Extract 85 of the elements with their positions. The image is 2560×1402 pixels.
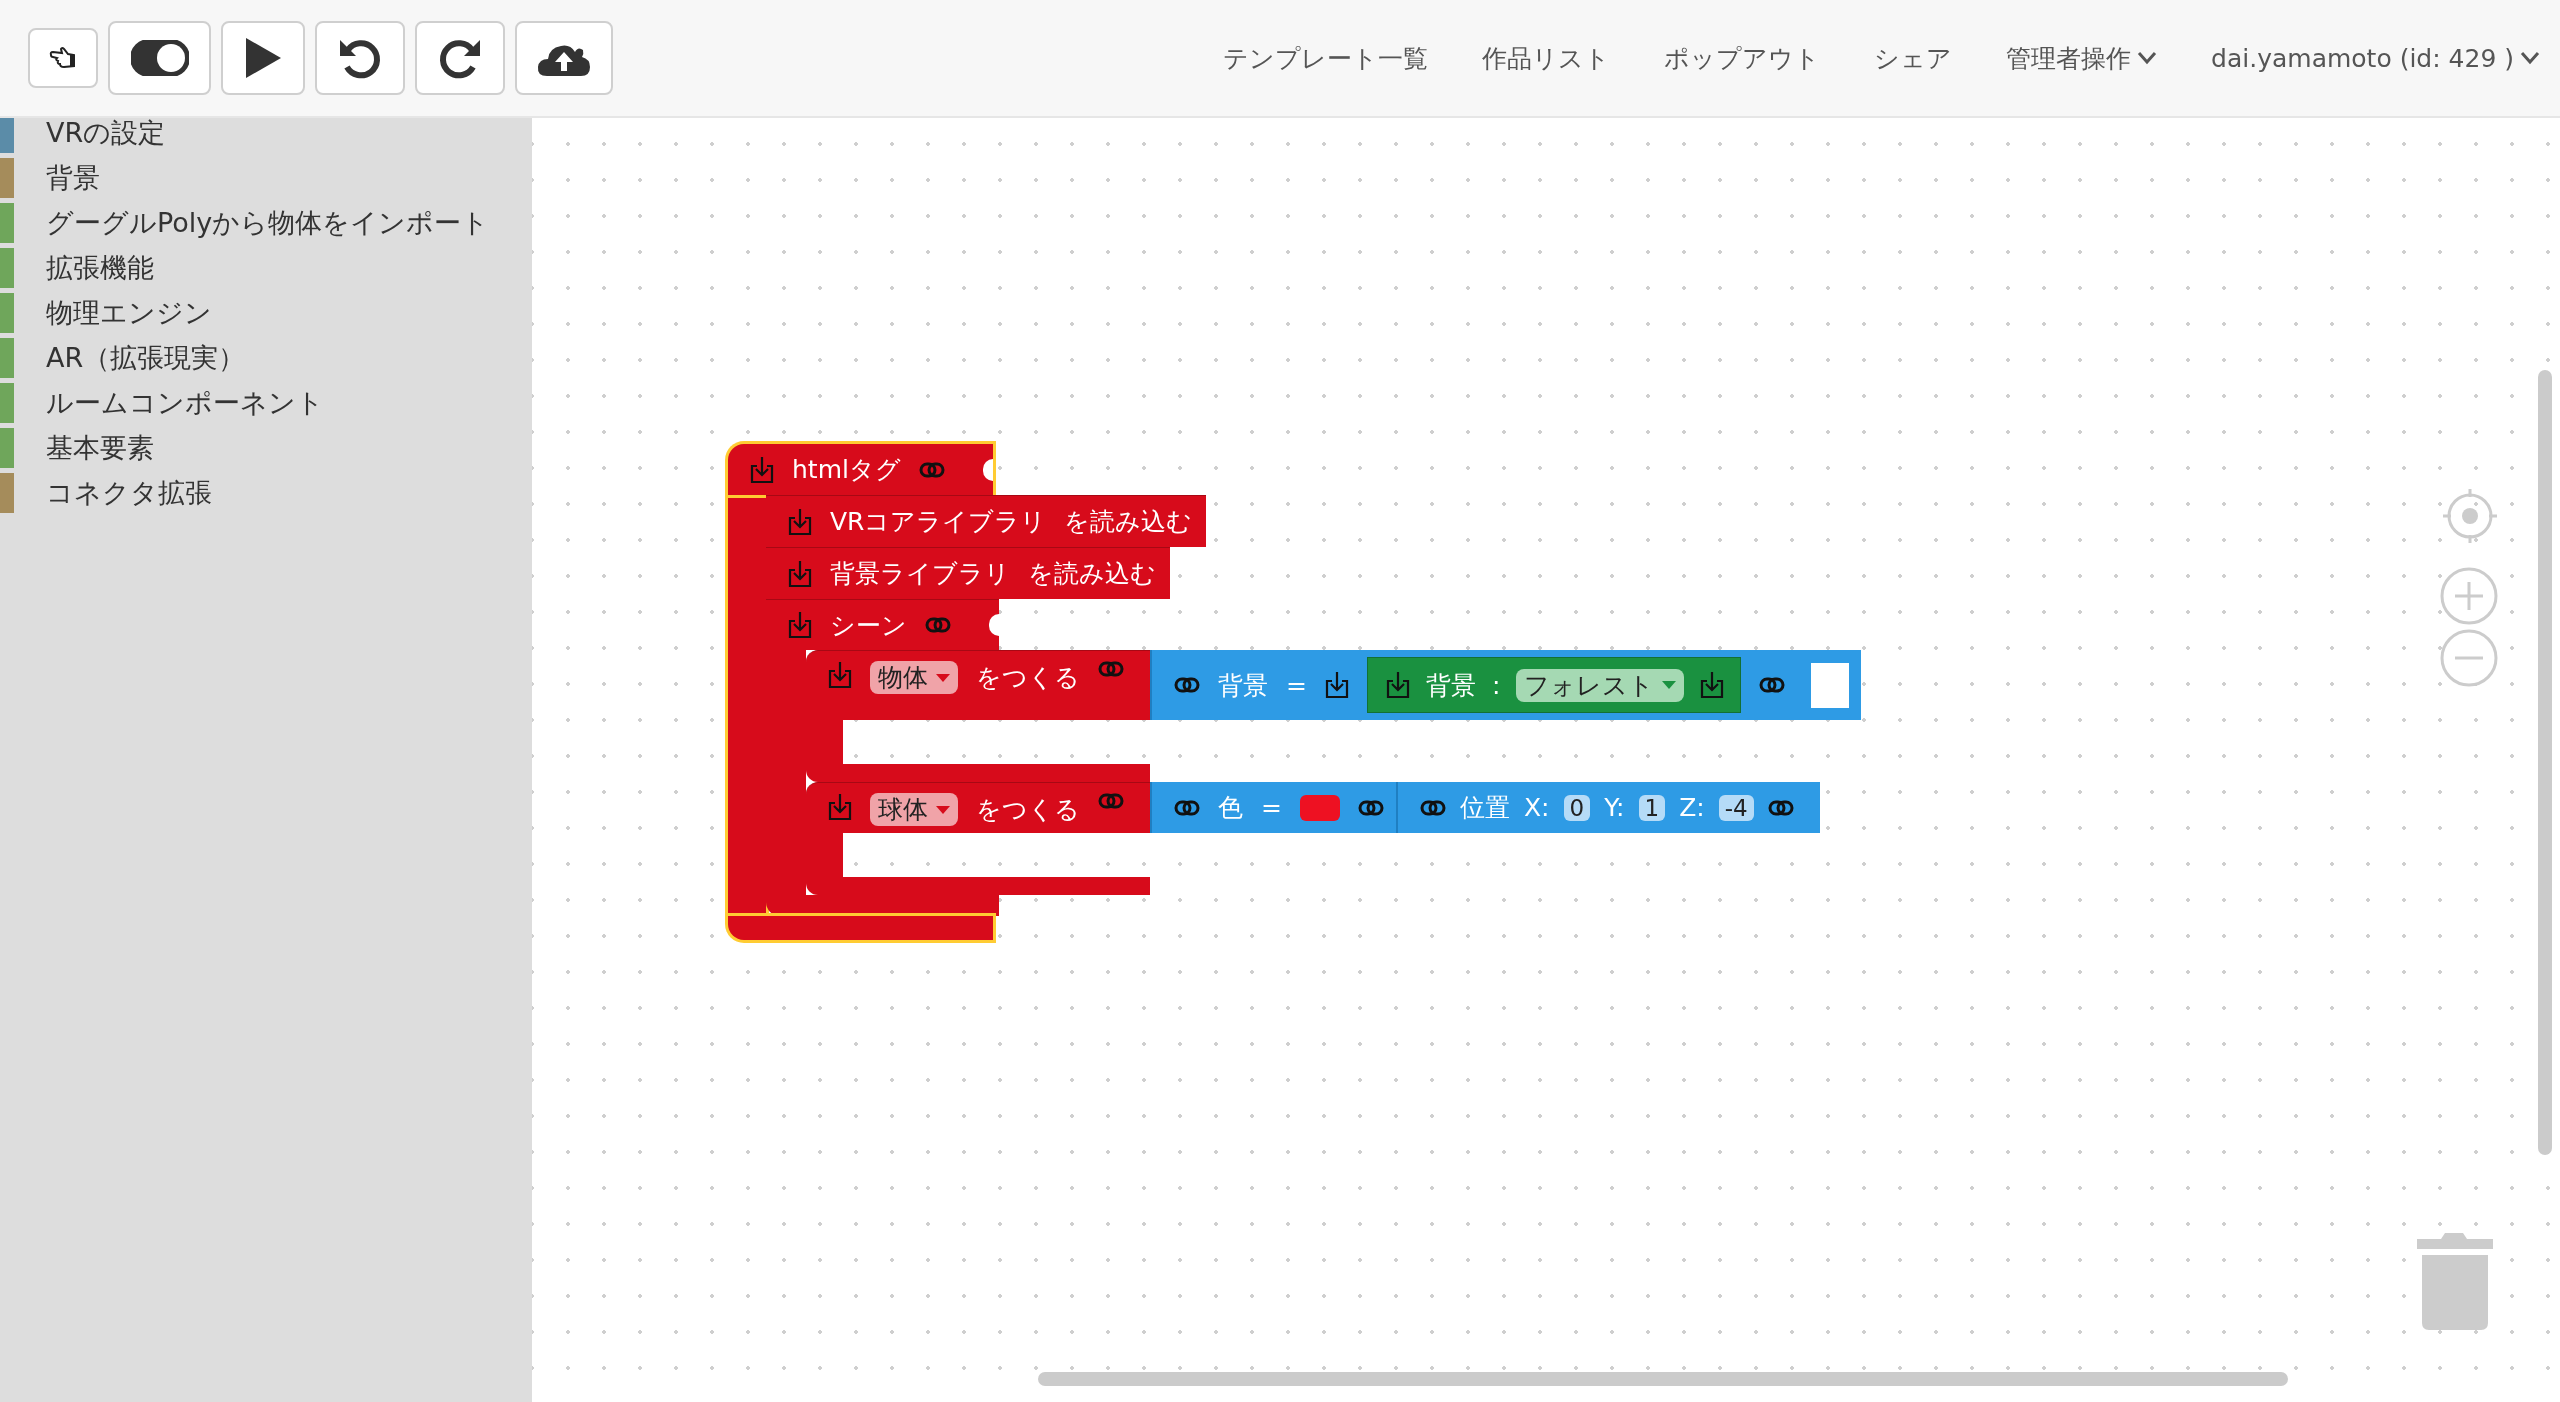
upload-button[interactable] <box>515 21 613 95</box>
arrow-into-box-icon <box>1324 671 1349 699</box>
play-icon <box>244 37 282 79</box>
block-label: : <box>1491 670 1501 700</box>
redo-button[interactable] <box>415 21 505 95</box>
link-icon <box>1174 677 1200 693</box>
block-label: を読み込む <box>1064 506 1193 538</box>
nav-link[interactable]: シェア <box>1874 41 1953 75</box>
arrow-into-box-icon <box>1700 671 1725 699</box>
block-label: をつくる <box>976 662 1080 694</box>
position-block[interactable]: 位置 X: 0 Y: 1 Z: -4 <box>1395 782 1820 833</box>
link-icon <box>1098 793 1124 809</box>
link-icon <box>1759 677 1786 693</box>
block-label: シーン <box>830 609 907 642</box>
link-icon <box>1174 799 1200 816</box>
block-label: 背景 <box>1218 669 1268 702</box>
block-label: = <box>1286 670 1307 700</box>
axis-label: Y: <box>1604 793 1625 822</box>
create-object-block[interactable]: 球体 をつくる <box>806 782 1150 833</box>
html-tag-block-header[interactable]: htmlタグ <box>728 444 993 495</box>
number-field[interactable]: 1 <box>1638 794 1666 821</box>
load-library-block[interactable]: 背景ライブラリ を読み込む <box>766 547 1170 599</box>
zoom-out-icon[interactable] <box>2439 628 2499 688</box>
load-library-block[interactable]: VRコアライブラリ を読み込む <box>766 495 1207 547</box>
category-item[interactable]: 拡張機能 <box>46 249 154 286</box>
nav-link[interactable]: テンプレート一覧 <box>1223 41 1429 75</box>
nav-link[interactable]: 管理者操作 <box>2006 41 2158 75</box>
undo-button[interactable] <box>315 21 405 95</box>
arrow-into-box-icon <box>788 559 812 588</box>
arrow-into-box-icon <box>828 793 852 821</box>
block-label: 背景 <box>1425 669 1476 702</box>
object-type-dropdown[interactable]: 球体 <box>870 793 958 826</box>
link-icon <box>1419 799 1446 816</box>
block-label: = <box>1261 793 1282 822</box>
block-label: を読み込む <box>1028 558 1156 590</box>
connector-notch <box>983 458 993 481</box>
nav-link[interactable]: 作品リスト <box>1482 41 1611 75</box>
arrow-into-box-icon <box>788 507 812 536</box>
horizontal-scrollbar[interactable] <box>1038 1372 2288 1386</box>
category-item[interactable]: 物理エンジン <box>46 294 212 331</box>
play-button[interactable] <box>221 21 305 95</box>
recenter-icon[interactable] <box>2442 488 2498 544</box>
category-item[interactable]: 背景 <box>46 159 100 196</box>
arrow-into-box-icon <box>750 455 774 484</box>
link-icon <box>1767 799 1794 816</box>
empty-input-slot[interactable] <box>1811 662 1850 708</box>
create-object-block[interactable]: 物体 をつくる <box>806 650 1150 720</box>
number-field[interactable]: 0 <box>1563 794 1591 821</box>
category-item[interactable]: ルームコンポーネント <box>46 384 324 421</box>
category-item[interactable]: AR（拡張現実） <box>46 339 246 376</box>
arrow-into-box-icon <box>788 611 812 639</box>
background-dropdown[interactable]: フォレスト <box>1516 668 1685 702</box>
axis-label: X: <box>1523 793 1550 822</box>
category-item[interactable]: コネクタ拡張 <box>46 474 212 511</box>
block-label: をつくる <box>976 794 1080 826</box>
category-item[interactable]: グーグルPolyから物体をインポート <box>46 204 490 241</box>
background-block[interactable]: 背景 : フォレスト <box>1366 657 1742 713</box>
link-icon <box>918 461 945 478</box>
link-icon <box>1357 799 1384 816</box>
category-item[interactable]: VRの設定 <box>46 118 166 151</box>
link-icon <box>925 617 951 633</box>
connector-notch <box>989 614 999 636</box>
block-label: htmlタグ <box>792 454 901 486</box>
object-type-dropdown[interactable]: 物体 <box>870 661 958 694</box>
category-item[interactable]: 基本要素 <box>46 429 154 466</box>
property-block[interactable]: 背景 = 背景 : フォレスト <box>1150 650 1862 720</box>
toggle-button[interactable] <box>108 21 211 95</box>
arrow-into-box-icon <box>1385 671 1410 699</box>
pointing-hand-icon <box>49 47 77 69</box>
scene-block-header[interactable]: シーン <box>766 599 999 650</box>
block-label: VRコアライブラリ <box>830 506 1047 538</box>
link-icon <box>1098 661 1124 677</box>
block-label: 背景ライブラリ <box>830 558 1010 590</box>
nav-link[interactable]: dai.yamamoto (id: 429 ) <box>2211 43 2540 73</box>
arrow-into-box-icon <box>828 661 852 689</box>
number-field[interactable]: -4 <box>1718 794 1754 821</box>
vertical-scrollbar[interactable] <box>2538 370 2552 1155</box>
zoom-in-icon[interactable] <box>2439 566 2499 626</box>
trash-icon[interactable] <box>2417 1233 2493 1331</box>
pointer-button[interactable] <box>28 28 98 88</box>
nav-link[interactable]: ポップアウト <box>1664 41 1821 75</box>
axis-label: Z: <box>1679 793 1705 822</box>
block-label: 色 <box>1218 792 1243 824</box>
block-label: 位置 <box>1459 792 1510 824</box>
color-swatch[interactable] <box>1299 794 1340 821</box>
